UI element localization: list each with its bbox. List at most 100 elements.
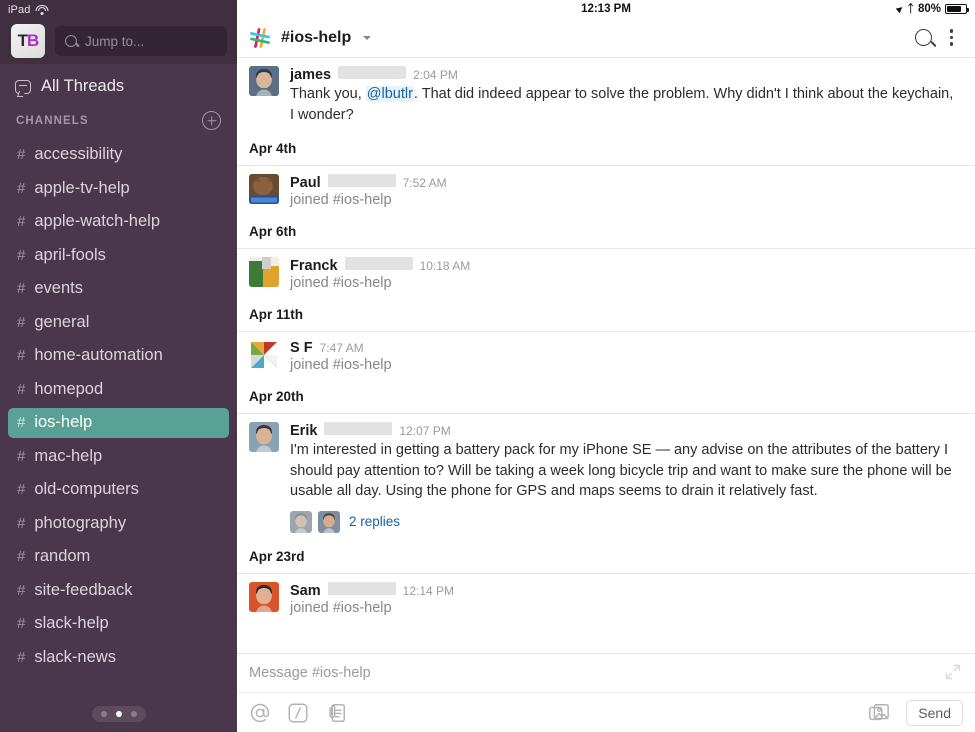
hash-icon: # (17, 414, 26, 431)
message-author: S F (290, 340, 313, 357)
message-body: S F 7:47 AM joined #ios-help (290, 340, 961, 373)
sidebar-top-bar: TB Jump to... (0, 18, 237, 64)
hash-icon: # (17, 246, 26, 264)
channel-label: mac-help (34, 446, 103, 465)
message-author: james (290, 67, 332, 83)
thread-replies[interactable]: 2 replies (290, 510, 961, 533)
message-author: Sam (290, 582, 321, 599)
sidebar-item-old-computers[interactable]: # old-computers (8, 475, 229, 505)
join-text: joined #ios-help (290, 192, 392, 209)
chat-message[interactable]: james 2:04 PM Thank you, @lbutlr. That did… (237, 58, 975, 131)
channel-label: apple-tv-help (34, 178, 130, 197)
message-meta: Erik 12:07 PM (290, 422, 961, 439)
sidebar-item-april-fools[interactable]: # april-fools (8, 240, 229, 270)
chat-message[interactable]: Erik 12:07 PM I'm interested in getting a … (237, 414, 975, 539)
avatar-james[interactable] (249, 66, 279, 96)
hash-icon: # (17, 280, 26, 297)
slash-command-icon[interactable] (287, 702, 309, 724)
redacted-lastname (327, 581, 396, 595)
channel-header: #ios-help (237, 18, 975, 58)
chevron-down-icon[interactable] (363, 35, 372, 40)
attachment-icon[interactable] (325, 702, 347, 724)
message-timestamp: 10:18 AM (419, 259, 471, 274)
join-message[interactable]: Franck 10:18 AM joined #ios-help (237, 249, 975, 297)
channel-label: slack-help (34, 614, 109, 632)
message-meta: Paul 7:52 AM (290, 174, 961, 191)
date-divider-label: Apr 6th (249, 224, 297, 240)
all-threads-label: All Threads (41, 77, 125, 95)
search-icon[interactable] (914, 29, 932, 46)
page-dot-0[interactable] (100, 711, 107, 717)
message-list[interactable]: james 2:04 PM Thank you, @lbutlr. That did… (237, 58, 975, 653)
message-body: james 2:04 PM Thank you, @lbutlr. That did… (290, 66, 961, 125)
channel-label: slack-news (34, 647, 116, 666)
message-input[interactable]: Message #ios-help (237, 654, 975, 692)
join-message[interactable]: S F 7:47 AM joined #ios-help (237, 332, 975, 379)
redacted-lastname (338, 66, 407, 79)
message-text: I'm interested in getting a battery pack… (290, 442, 952, 500)
expand-icon[interactable] (945, 664, 961, 680)
message-author: Paul (290, 175, 321, 192)
send-button[interactable]: Send (906, 699, 963, 726)
sidebar-item-site-feedback[interactable]: # site-feedback (8, 575, 229, 605)
at-icon[interactable] (249, 702, 271, 724)
sidebar-item-apple-watch-help[interactable]: # apple-watch-help (8, 207, 229, 237)
search-input[interactable]: Jump to... (55, 26, 227, 56)
plus-circle-icon[interactable] (202, 111, 221, 130)
sidebar-item-general[interactable]: # general (8, 307, 229, 337)
composer-toolbar: Send (237, 692, 975, 732)
sidebar-item-mac-help[interactable]: # mac-help (8, 441, 229, 471)
sidebar-nav: All Threads CHANNELS # accessibility # appl… (0, 64, 237, 672)
device-label: iPad (8, 3, 31, 16)
message-author: Erik (290, 423, 318, 440)
message-timestamp: 2:04 PM (413, 68, 458, 82)
sidebar-item-random[interactable]: # random (8, 542, 229, 572)
join-text: joined #ios-help (290, 357, 392, 374)
hash-icon: # (17, 447, 26, 465)
replies-link[interactable]: 2 replies (349, 514, 400, 529)
channel-list: # accessibility # apple-tv-help # apple-watch… (0, 140, 237, 673)
team-logo[interactable]: TB (11, 24, 45, 58)
message-body: Erik 12:07 PM I'm interested in getting a … (290, 422, 961, 533)
avatar-sf[interactable] (249, 340, 279, 371)
avatar-sam[interactable] (249, 581, 279, 612)
sidebar-item-all-threads[interactable]: All Threads (0, 68, 237, 105)
search-placeholder: Jump to... (85, 33, 145, 49)
sidebar-item-ios-help[interactable]: # ios-help (8, 407, 229, 438)
sidebar-item-homepod[interactable]: # homepod (8, 374, 229, 404)
page-dots[interactable] (91, 706, 146, 722)
avatar-erik[interactable] (249, 422, 279, 453)
message-author: Franck (290, 258, 338, 275)
avatar-franck[interactable] (249, 257, 279, 288)
hash-icon: # (17, 615, 26, 632)
message-text: Thank you, @lbutlr. That did indeed appe… (290, 84, 961, 125)
sidebar-item-apple-tv-help[interactable]: # apple-tv-help (8, 173, 229, 203)
message-meta: Franck 10:18 AM (290, 257, 961, 274)
message-body: Sam 12:14 PM joined #ios-help (290, 581, 961, 616)
sidebar-item-home-automation[interactable]: # home-automation (8, 341, 229, 371)
threads-icon (15, 79, 31, 94)
date-divider-label: Apr 20th (249, 389, 304, 405)
hash-icon: # (17, 514, 26, 532)
sidebar-item-slack-news[interactable]: # slack-news (8, 642, 229, 672)
redacted-lastname (344, 257, 413, 271)
sidebar-item-events[interactable]: # events (8, 274, 229, 304)
sidebar-item-accessibility[interactable]: # accessibility (8, 140, 229, 170)
message-body: Paul 7:52 AM joined #ios-help (290, 174, 961, 208)
message-meta: james 2:04 PM (290, 66, 961, 83)
sidebar-item-slack-help[interactable]: # slack-help (8, 609, 229, 639)
message-timestamp: 7:52 AM (402, 176, 447, 191)
search-icon (65, 35, 77, 47)
page-dot-2[interactable] (130, 711, 137, 717)
join-message[interactable]: Sam 12:14 PM joined #ios-help (237, 574, 975, 622)
join-message[interactable]: Paul 7:52 AM joined #ios-help (237, 166, 975, 214)
kebab-menu-icon[interactable] (942, 27, 962, 48)
message-timestamp: 12:14 PM (402, 583, 455, 598)
page-dot-1[interactable] (115, 711, 122, 717)
slack-ipad-app: iPad TB Jump to... All Threads CHANNELS … (0, 0, 975, 732)
sidebar-item-photography[interactable]: # photography (8, 508, 229, 538)
message-meta: S F 7:47 AM (290, 340, 961, 356)
user-mention[interactable]: @lbutlr (365, 86, 414, 102)
avatar-paul[interactable] (249, 174, 279, 205)
photo-icon[interactable] (868, 702, 890, 724)
